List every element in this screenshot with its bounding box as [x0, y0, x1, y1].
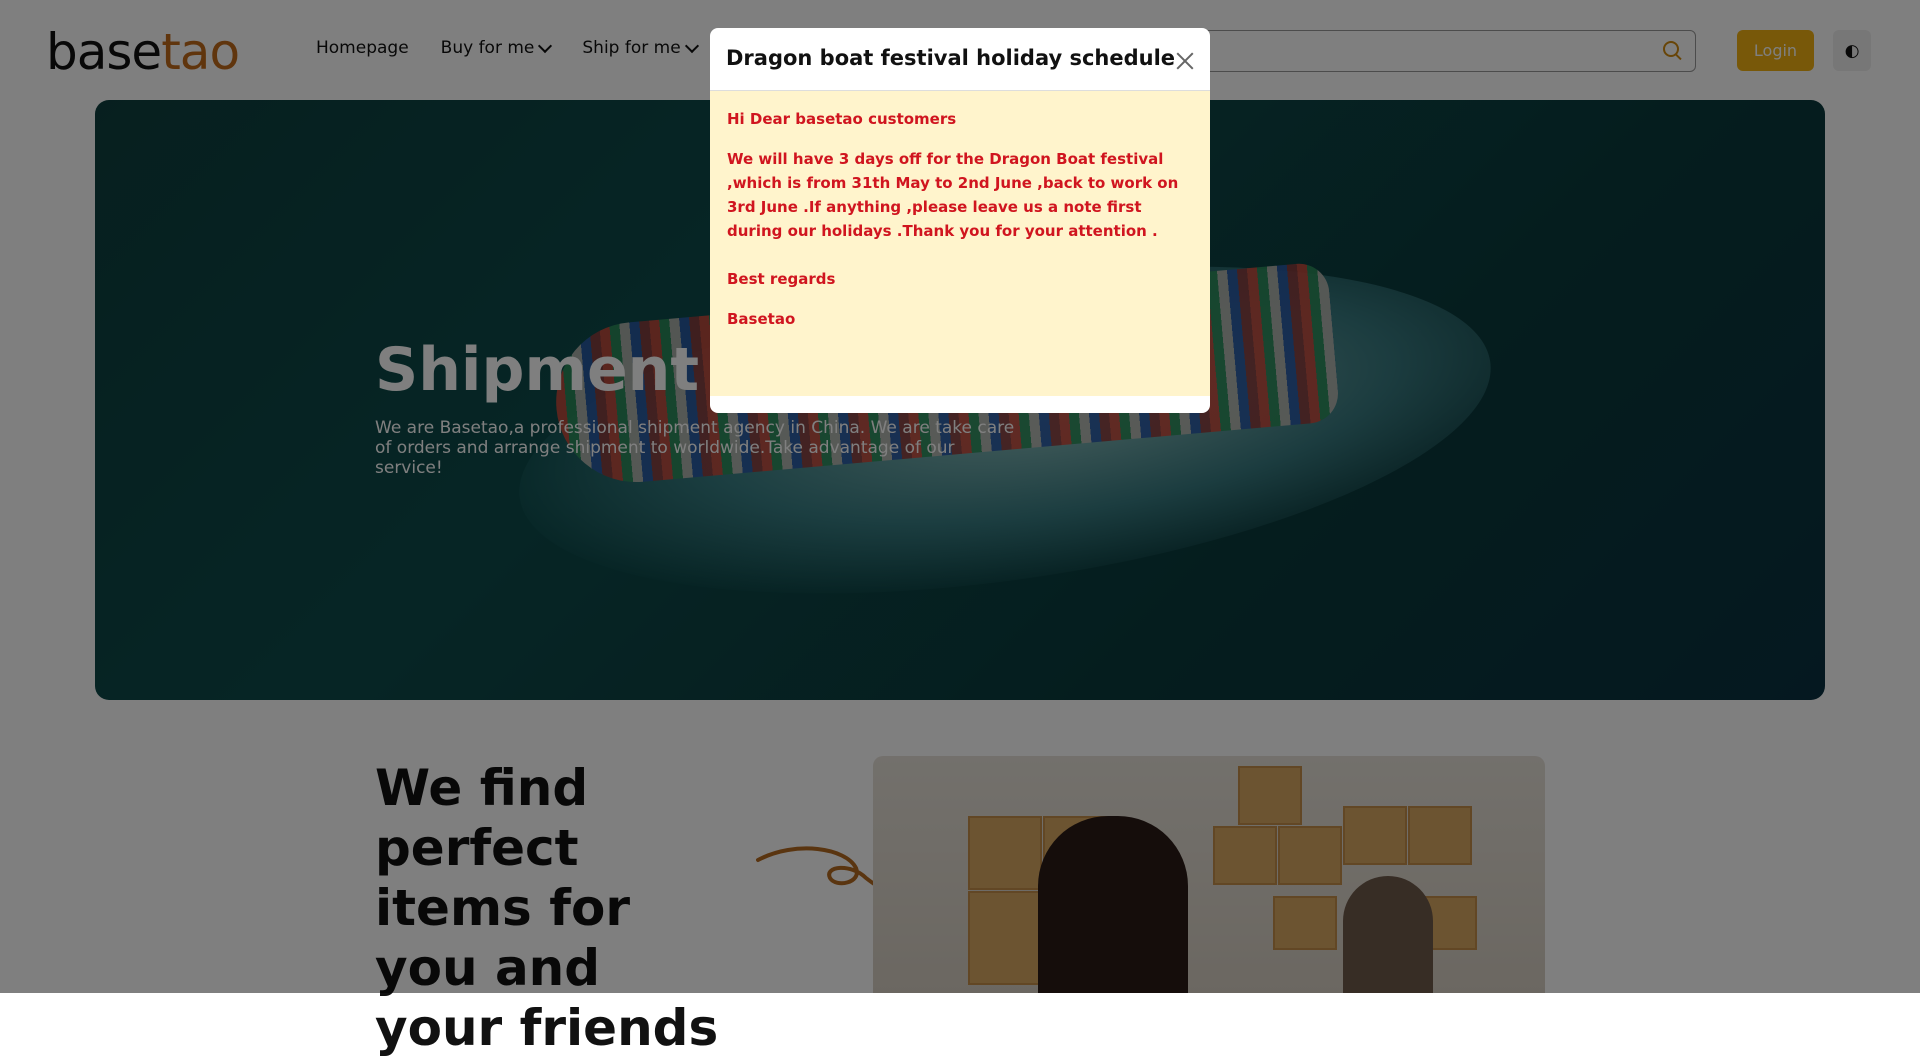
announcement-text: We will have 3 days off for the Dragon B… — [727, 150, 1179, 240]
dialog-body: Hi Dear basetao customers We will have 3… — [710, 91, 1210, 396]
dialog-header: Dragon boat festival holiday schedule — [710, 28, 1210, 91]
signature-text: Basetao — [727, 310, 796, 328]
greeting-text: Hi Dear basetao customers — [727, 110, 957, 128]
close-icon[interactable] — [1174, 50, 1196, 72]
holiday-notice-dialog: Dragon boat festival holiday schedule Hi… — [710, 28, 1210, 413]
dialog-title: Dragon boat festival holiday schedule — [726, 46, 1176, 70]
closing-text: Best regards — [727, 270, 836, 288]
